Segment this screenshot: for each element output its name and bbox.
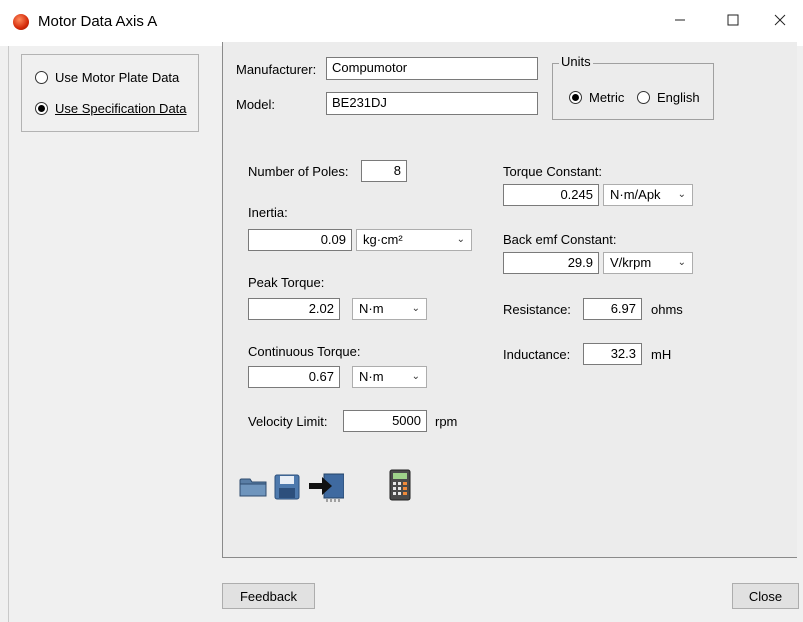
inertia-field[interactable]: 0.09 [248, 229, 352, 251]
peak-torque-label: Peak Torque: [248, 275, 325, 290]
manufacturer-field[interactable]: Compumotor [326, 57, 538, 80]
back-emf-field[interactable]: 29.9 [503, 252, 599, 274]
inductance-field[interactable]: 32.3 [583, 343, 642, 365]
english-radio[interactable] [637, 91, 650, 104]
calculator-icon [389, 469, 411, 501]
inductance-label: Inductance: [503, 347, 571, 362]
resistance-label: Resistance: [503, 302, 571, 317]
minimize-icon [675, 19, 685, 21]
back-emf-label: Back emf Constant: [503, 232, 617, 247]
velocity-limit-unit: rpm [435, 414, 458, 429]
calculator-button[interactable] [389, 469, 411, 501]
window-edge [0, 46, 9, 622]
model-field[interactable]: BE231DJ [326, 92, 538, 115]
import-icon [309, 473, 345, 502]
velocity-limit-label: Velocity Limit: [248, 414, 328, 429]
inertia-unit-select[interactable]: kg·cm² ⌄ [356, 229, 472, 251]
motor-plate-label: Use Motor Plate Data [55, 70, 180, 85]
chevron-down-icon: ⌄ [456, 234, 465, 245]
continuous-torque-label: Continuous Torque: [248, 344, 361, 359]
minimize-button[interactable] [657, 0, 703, 40]
metric-option[interactable]: Metric [569, 90, 624, 105]
resistance-field[interactable]: 6.97 [583, 298, 642, 320]
specification-label: Use Specification Data [55, 101, 187, 116]
folder-icon [239, 478, 267, 497]
feedback-button[interactable]: Feedback [222, 583, 315, 609]
save-file-button[interactable] [274, 474, 300, 500]
inductance-unit: mH [651, 347, 672, 362]
continuous-torque-unit-select[interactable]: N·m ⌄ [352, 366, 427, 388]
open-file-button[interactable] [239, 473, 267, 499]
torque-constant-unit-value: N·m/Apk [610, 187, 661, 202]
data-source-panel [21, 54, 199, 132]
units-legend: Units [559, 54, 593, 69]
motor-plate-option[interactable]: Use Motor Plate Data [35, 70, 179, 85]
chevron-down-icon: ⌄ [677, 257, 686, 268]
poles-field[interactable]: 8 [361, 160, 407, 182]
resistance-unit: ohms [651, 302, 683, 317]
torque-constant-field[interactable]: 0.245 [503, 184, 599, 206]
metric-label: Metric [589, 90, 625, 105]
peak-torque-unit-select[interactable]: N·m ⌄ [352, 298, 427, 320]
import-button[interactable] [308, 470, 345, 502]
poles-label: Number of Poles: [248, 164, 349, 179]
peak-torque-field[interactable]: 2.02 [248, 298, 340, 320]
metric-radio[interactable] [569, 91, 582, 104]
back-emf-unit-select[interactable]: V/krpm ⌄ [603, 252, 693, 274]
close-window-button[interactable] [757, 0, 803, 40]
continuous-torque-field[interactable]: 0.67 [248, 366, 340, 388]
english-label: English [657, 90, 700, 105]
chevron-down-icon: ⌄ [411, 371, 420, 382]
specification-option[interactable]: Use Specification Data [35, 101, 187, 116]
close-button[interactable]: Close [732, 583, 799, 609]
app-icon [13, 14, 29, 30]
peak-torque-unit-value: N·m [359, 301, 384, 316]
specification-radio[interactable] [35, 102, 48, 115]
model-label: Model: [236, 97, 276, 112]
chevron-down-icon: ⌄ [677, 189, 686, 200]
window-title: Motor Data Axis A [38, 13, 158, 30]
english-option[interactable]: English [637, 90, 700, 105]
chevron-down-icon: ⌄ [411, 303, 420, 314]
velocity-limit-field[interactable]: 5000 [343, 410, 427, 432]
inertia-unit-value: kg·cm² [363, 232, 403, 247]
back-emf-unit-value: V/krpm [610, 255, 652, 270]
inertia-label: Inertia: [248, 205, 288, 220]
close-icon [774, 14, 786, 26]
maximize-icon [727, 14, 739, 26]
torque-constant-unit-select[interactable]: N·m/Apk ⌄ [603, 184, 693, 206]
continuous-torque-unit-value: N·m [359, 369, 384, 384]
torque-constant-label: Torque Constant: [503, 164, 603, 179]
manufacturer-label: Manufacturer: [236, 62, 317, 77]
motor-plate-radio[interactable] [35, 71, 48, 84]
save-icon [274, 474, 300, 500]
maximize-button[interactable] [710, 0, 756, 40]
